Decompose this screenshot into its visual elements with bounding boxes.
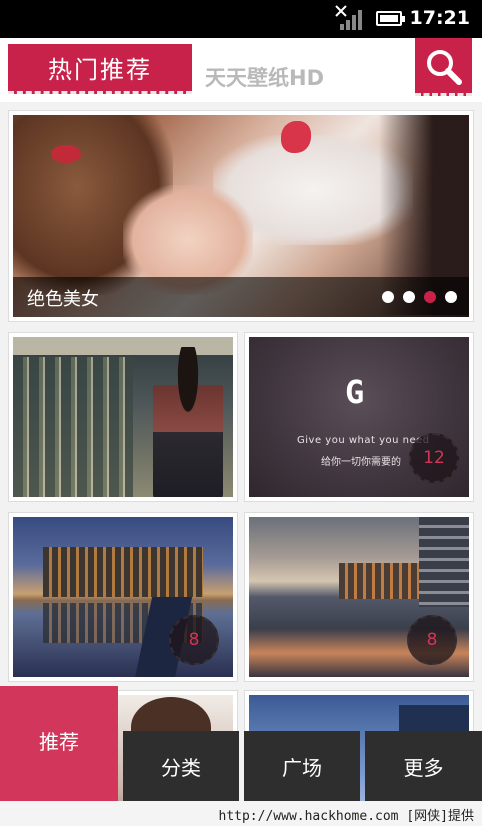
- tile-tagline-cn: 给你一切你需要的: [321, 457, 401, 468]
- carousel-dot[interactable]: [382, 291, 394, 303]
- wallpaper-tile[interactable]: G Give you what you need 给你一切你需要的 12: [244, 332, 474, 502]
- carousel-dot[interactable]: [403, 291, 415, 303]
- nav-item-plaza[interactable]: 广场: [244, 731, 360, 801]
- tab-hot-recommend[interactable]: 热门推荐: [8, 44, 192, 94]
- status-bar: 17:21: [0, 0, 482, 38]
- nav-item-category[interactable]: 分类: [123, 731, 239, 801]
- banner-image[interactable]: 绝色美女: [13, 115, 469, 317]
- tile-image[interactable]: G Give you what you need 给你一切你需要的 12: [249, 337, 469, 497]
- tile-image[interactable]: [13, 337, 233, 497]
- app-screen: 17:21 热门推荐 天天壁纸HD 绝色美女 G Give you what y…: [0, 0, 482, 826]
- count-badge: 8: [407, 615, 457, 665]
- tile-image[interactable]: 8: [249, 517, 469, 677]
- nav-item-recommend[interactable]: 推荐: [0, 686, 118, 801]
- wallpaper-tile[interactable]: [8, 332, 238, 502]
- count-badge: 8: [169, 615, 219, 665]
- watermark-text: http://www.hackhome.com [网侠]提供: [0, 801, 482, 826]
- app-header: 热门推荐 天天壁纸HD: [0, 38, 482, 102]
- carousel-indicator: [382, 291, 457, 303]
- count-badge: 12: [409, 433, 459, 483]
- wallpaper-tile[interactable]: 8: [244, 512, 474, 682]
- tile-logo: G: [345, 373, 365, 411]
- carousel-dot-active[interactable]: [424, 291, 436, 303]
- no-signal-icon: [335, 5, 364, 30]
- status-time: 17:21: [409, 7, 470, 29]
- banner-caption-bar: 绝色美女: [13, 277, 469, 317]
- tile-image[interactable]: 8: [13, 517, 233, 677]
- wallpaper-tile[interactable]: 8: [8, 512, 238, 682]
- banner-carousel[interactable]: 绝色美女: [8, 110, 474, 322]
- app-name: 天天壁纸HD: [205, 66, 325, 90]
- nav-item-more[interactable]: 更多: [365, 731, 482, 801]
- banner-caption: 绝色美女: [27, 289, 99, 310]
- search-icon: [427, 50, 462, 85]
- tile-tagline-en: Give you what you need: [297, 435, 430, 446]
- search-button[interactable]: [415, 38, 472, 96]
- battery-icon: [376, 11, 405, 26]
- carousel-dot[interactable]: [445, 291, 457, 303]
